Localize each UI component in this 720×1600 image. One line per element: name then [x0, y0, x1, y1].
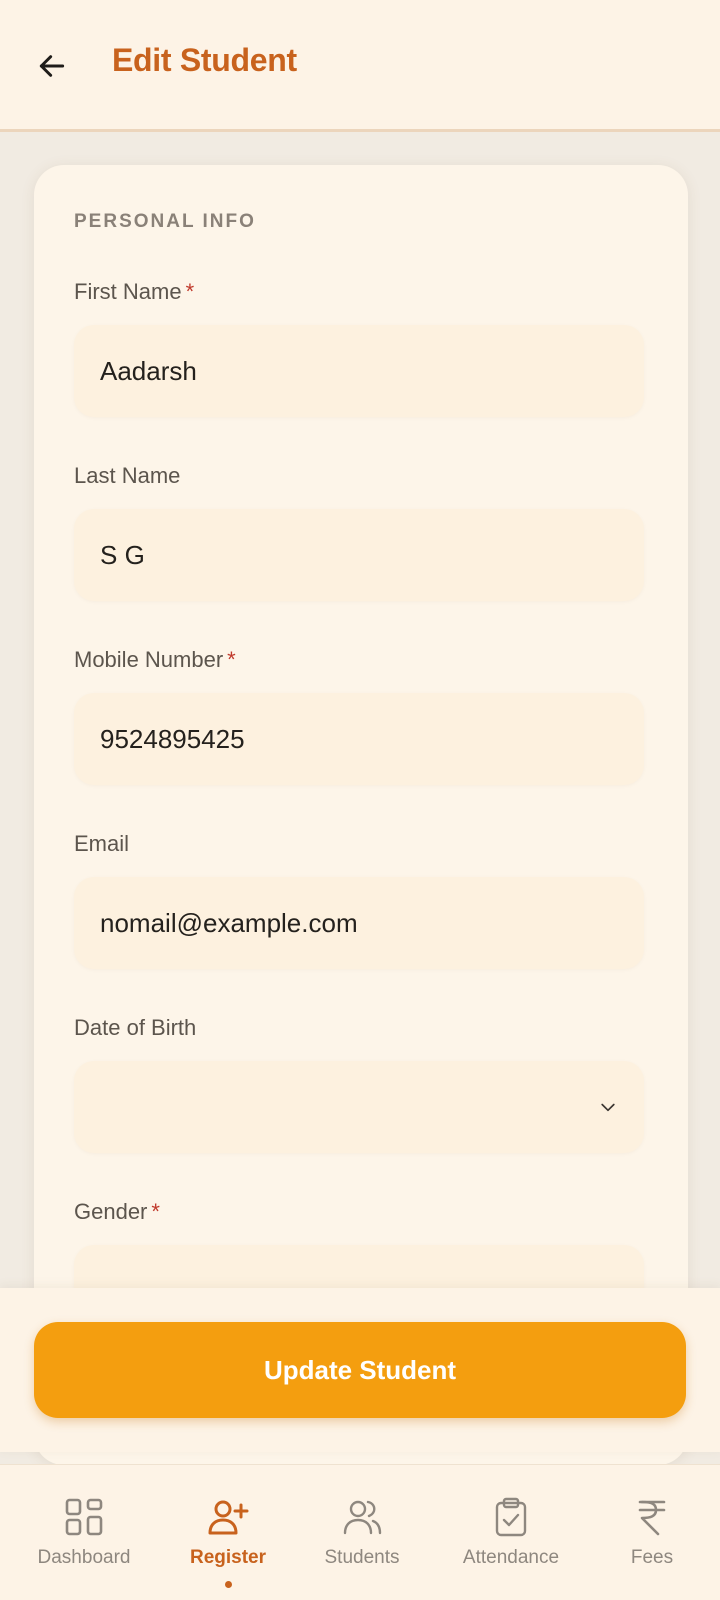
- back-button[interactable]: [30, 44, 74, 88]
- last-name-label: Last Name: [74, 463, 181, 488]
- first-name-label-text: First Name: [74, 279, 182, 304]
- action-bar: Update Student: [0, 1288, 720, 1452]
- date-of-birth-label: Date of Birth: [74, 1015, 197, 1040]
- users-icon: [343, 1500, 382, 1535]
- chevron-down-icon: [601, 1103, 615, 1112]
- update-student-button[interactable]: Update Student: [34, 1322, 686, 1418]
- nav-item-dashboard[interactable]: Dashboard: [12, 1465, 156, 1600]
- nav-label: Attendance: [462, 1547, 560, 1568]
- rupee-icon: [638, 1500, 666, 1536]
- date-of-birth-select[interactable]: [74, 1061, 644, 1153]
- required-mark: *: [151, 1199, 160, 1224]
- mobile-number-label-text: Mobile Number: [74, 647, 224, 672]
- required-mark: *: [185, 279, 195, 304]
- user-plus-icon: [208, 1500, 249, 1535]
- personal-info-card: PERSONAL INFO First Name * Aadarsh Last N…: [34, 165, 688, 1465]
- gender-label: Gender *: [74, 1199, 160, 1225]
- nav-label: Dashboard: [37, 1547, 131, 1568]
- nav-label: Students: [324, 1547, 400, 1568]
- nav-item-register[interactable]: Register: [156, 1465, 300, 1600]
- first-name-label: First Name *: [74, 279, 194, 305]
- required-mark: *: [227, 647, 236, 672]
- nav-label: Fees: [630, 1547, 674, 1568]
- nav-item-fees[interactable]: Fees: [580, 1465, 720, 1600]
- nav-item-students[interactable]: Students: [290, 1465, 434, 1600]
- mobile-number-input[interactable]: 9524895425: [74, 693, 644, 785]
- nav-item-attendance[interactable]: Attendance: [439, 1465, 583, 1600]
- email-input[interactable]: nomail@example.com: [74, 877, 644, 969]
- email-label: Email: [74, 831, 130, 856]
- app-header: Edit Student: [0, 0, 720, 132]
- last-name-input[interactable]: S G: [74, 509, 644, 601]
- nav-label: Register: [189, 1547, 267, 1568]
- active-indicator-dot: [224, 1581, 232, 1588]
- gender-label-text: Gender: [74, 1199, 148, 1224]
- dashboard-icon: [65, 1498, 103, 1536]
- section-heading: PERSONAL INFO: [74, 211, 256, 232]
- first-name-input[interactable]: Aadarsh: [74, 325, 644, 417]
- mobile-number-label: Mobile Number *: [74, 647, 236, 673]
- bottom-nav: Dashboard Register Students Attendance F…: [0, 1464, 720, 1600]
- page-title: Edit Student: [112, 42, 297, 78]
- arrow-left-icon: [39, 55, 65, 77]
- clipboard-check-icon: [495, 1497, 527, 1537]
